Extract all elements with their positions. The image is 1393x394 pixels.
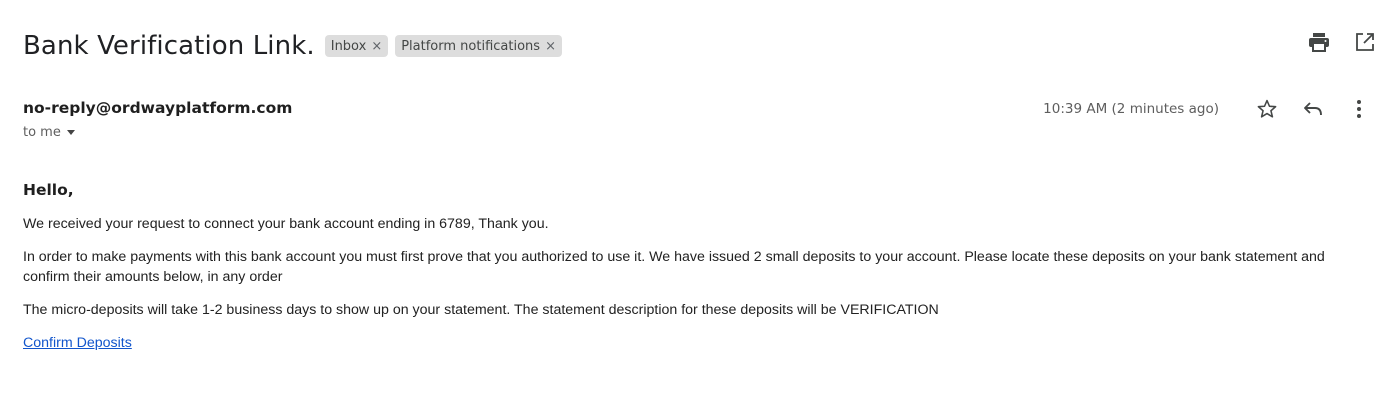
subject-row: Bank Verification Link. Inbox × Platform… [23,26,1373,66]
message-body: Hello, We received your request to conne… [23,180,1373,353]
reply-icon[interactable] [1301,97,1325,121]
label-chip-platform-notifications[interactable]: Platform notifications × [395,35,562,57]
recipient-label: to me [23,125,61,140]
label-chip-text: Platform notifications [401,38,541,54]
print-icon[interactable] [1307,30,1331,54]
email-subject: Bank Verification Link. [23,31,315,61]
body-paragraph: We received your request to connect your… [23,216,549,232]
star-icon[interactable] [1255,97,1279,121]
thread-actions [1307,30,1377,54]
label-chip-inbox[interactable]: Inbox × [324,35,389,57]
greeting: Hello, [23,181,74,199]
open-in-new-window-icon[interactable] [1353,30,1377,54]
remove-label-icon[interactable]: × [371,39,382,54]
confirm-deposits-link[interactable]: Confirm Deposits [23,335,132,351]
body-paragraph: The micro-deposits will take 1-2 busines… [23,302,939,318]
message-timestamp: 10:39 AM (2 minutes ago) [1043,101,1219,117]
body-paragraph: In order to make payments with this bank… [23,249,1325,285]
remove-label-icon[interactable]: × [545,39,556,54]
message-meta: 10:39 AM (2 minutes ago) [1043,97,1371,121]
sender-email: no-reply@ordwayplatform.com [23,99,293,117]
label-chip-text: Inbox [330,38,367,54]
recipient-details-toggle[interactable]: to me [23,125,75,140]
more-vertical-icon[interactable] [1347,97,1371,121]
caret-down-icon [66,130,75,135]
